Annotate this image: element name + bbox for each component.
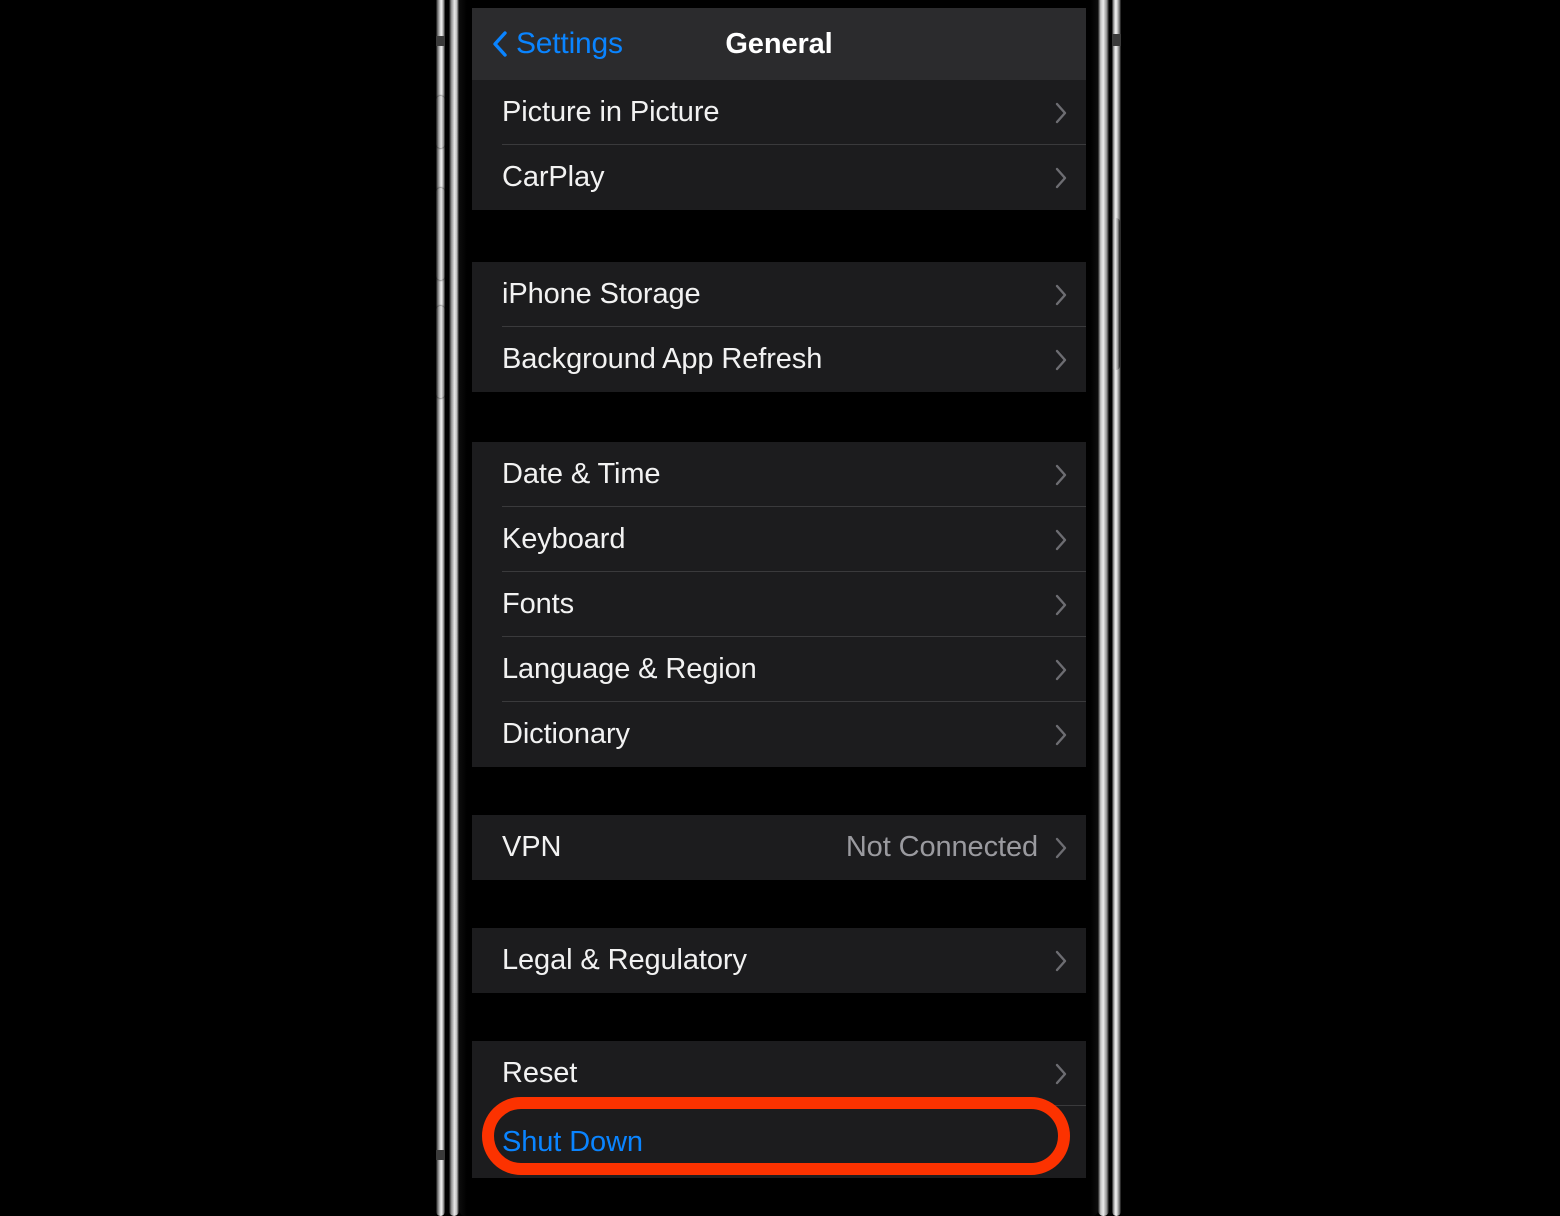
back-button[interactable]: Settings — [472, 27, 623, 61]
group-separator — [472, 880, 1086, 928]
list-row[interactable]: iPhone Storage — [472, 262, 1086, 327]
chevron-right-icon — [1055, 950, 1067, 971]
row-label: Keyboard — [502, 523, 626, 555]
chevron-right-icon — [1055, 284, 1067, 305]
list-row[interactable]: Shut Down — [472, 1097, 1086, 1178]
phone-left-rail-outer — [436, 0, 445, 1216]
list-row[interactable]: Keyboard — [472, 507, 1086, 572]
group-separator — [472, 767, 1086, 815]
row-label: Legal & Regulatory — [502, 944, 747, 976]
media-group: Picture in Picture CarPlay — [472, 80, 1086, 210]
screen-top-gap — [472, 0, 1086, 8]
phone-screen: Settings General Picture in Picture CarPl… — [472, 0, 1086, 1202]
row-label: Background App Refresh — [502, 343, 823, 375]
list-row[interactable]: Language & Region — [472, 637, 1086, 702]
back-button-label: Settings — [516, 27, 623, 60]
group-separator — [472, 392, 1086, 442]
chevron-right-icon — [1055, 102, 1067, 123]
chevron-left-icon — [493, 31, 507, 57]
group-separator — [472, 210, 1086, 262]
phone-antenna-seam-bottom-left — [436, 1150, 445, 1160]
phone-antenna-seam-top-left — [436, 36, 445, 46]
row-label: Reset — [502, 1057, 578, 1089]
chevron-right-icon — [1055, 594, 1067, 615]
localization-group: Date & Time Keyboard Fonts Language & Regio… — [472, 442, 1086, 767]
phone-left-rail-inner — [449, 0, 459, 1216]
chevron-right-icon — [1055, 837, 1067, 858]
phone-right-bezel — [1086, 0, 1098, 1216]
list-row[interactable]: Reset — [472, 1041, 1086, 1106]
volume-up-button[interactable] — [436, 188, 445, 280]
row-label: Date & Time — [502, 458, 661, 490]
row-label: CarPlay — [502, 161, 605, 193]
list-row[interactable]: Background App Refresh — [472, 327, 1086, 392]
group-separator — [472, 993, 1086, 1041]
side-power-button[interactable] — [1112, 218, 1120, 370]
screenshot-stage: Settings General Picture in Picture CarPl… — [0, 0, 1560, 1216]
reset-group: Reset Shut Down — [472, 1041, 1086, 1178]
phone-antenna-seam-top-right — [1112, 34, 1121, 46]
mute-switch-button[interactable] — [436, 96, 445, 148]
chevron-right-icon — [1055, 659, 1067, 680]
navigation-bar: Settings General — [472, 8, 1086, 80]
list-row[interactable]: CarPlay — [472, 145, 1086, 210]
row-label: Dictionary — [502, 718, 630, 750]
chevron-right-icon — [1055, 1063, 1067, 1084]
chevron-right-icon — [1055, 349, 1067, 370]
row-label: Fonts — [502, 588, 575, 620]
list-row[interactable]: Picture in Picture — [472, 80, 1086, 145]
chevron-right-icon — [1055, 724, 1067, 745]
row-label: iPhone Storage — [502, 278, 701, 310]
list-row[interactable]: VPN Not Connected — [472, 815, 1086, 880]
row-value: Not Connected — [845, 831, 1038, 863]
row-label: Language & Region — [502, 653, 757, 685]
row-label: Shut Down — [502, 1125, 643, 1158]
chevron-right-icon — [1055, 529, 1067, 550]
storage-group: iPhone Storage Background App Refresh — [472, 262, 1086, 392]
row-label: VPN — [502, 831, 562, 863]
chevron-right-icon — [1055, 167, 1067, 188]
list-row[interactable]: Dictionary — [472, 702, 1086, 767]
list-row[interactable]: Fonts — [472, 572, 1086, 637]
list-row[interactable]: Legal & Regulatory — [472, 928, 1086, 993]
row-label: Picture in Picture — [502, 96, 720, 128]
chevron-right-icon — [1055, 464, 1067, 485]
settings-list[interactable]: Picture in Picture CarPlay iPhone Storage B… — [472, 80, 1086, 1178]
list-row[interactable]: Date & Time — [472, 442, 1086, 507]
volume-down-button[interactable] — [436, 306, 445, 398]
vpn-group: VPN Not Connected — [472, 815, 1086, 880]
phone-right-rail-outer — [1112, 0, 1121, 1216]
legal-group: Legal & Regulatory — [472, 928, 1086, 993]
phone-left-bezel — [459, 0, 472, 1216]
phone-right-rail-inner — [1098, 0, 1109, 1216]
